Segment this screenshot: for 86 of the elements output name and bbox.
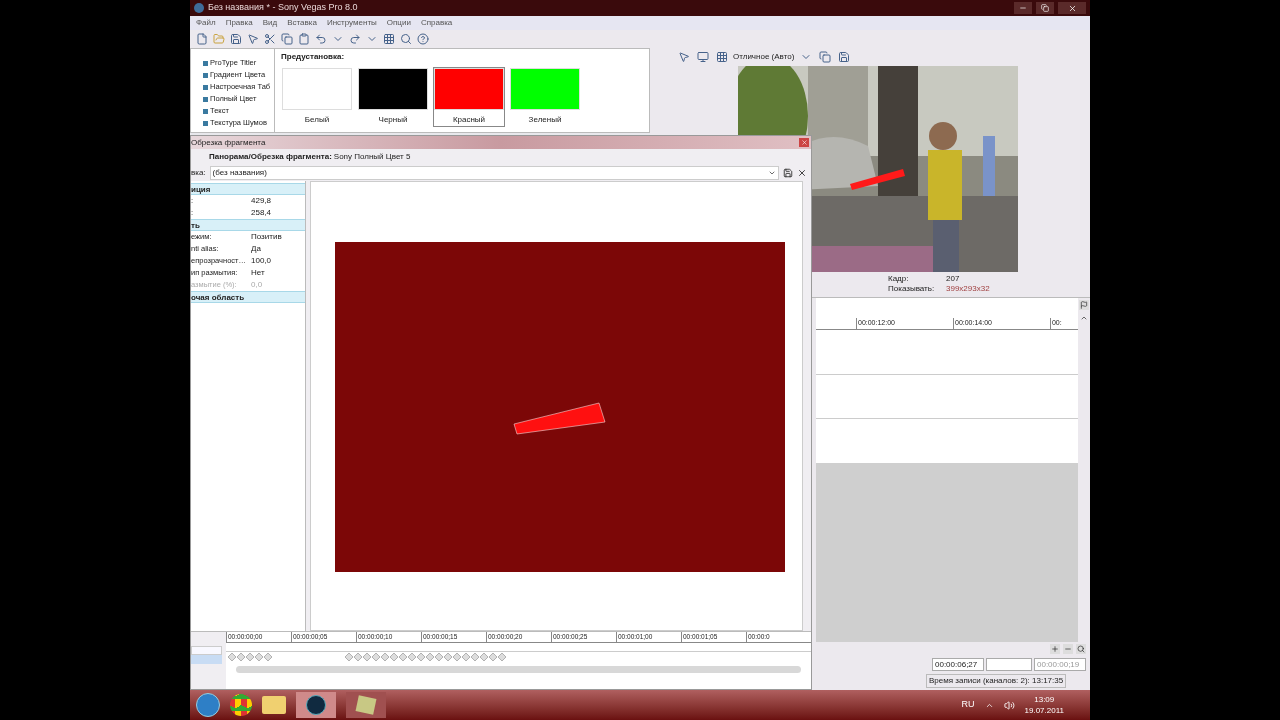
scrollbar[interactable]	[236, 666, 801, 673]
clock-date[interactable]: 19.07.2011	[1024, 705, 1064, 716]
zoom-in-button[interactable]	[1050, 644, 1060, 654]
menu-item[interactable]: Опции	[386, 17, 411, 29]
property-section[interactable]: ть	[191, 219, 305, 231]
time-field[interactable]	[986, 657, 1032, 671]
copy-icon[interactable]	[817, 49, 833, 65]
preset-tile[interactable]: Красный	[433, 67, 505, 127]
preset-dropdown[interactable]: (без названия)	[209, 166, 779, 180]
minimize-button[interactable]	[1014, 2, 1032, 14]
maximize-button[interactable]	[1036, 2, 1054, 14]
property-value[interactable]: Нет	[251, 267, 265, 279]
property-value[interactable]: 100,0	[251, 255, 272, 267]
close-icon	[800, 139, 808, 146]
marker-icon[interactable]	[1079, 300, 1089, 310]
preset-label: Зеленый	[528, 114, 562, 126]
window-title: Без названия * - Sony Vegas Pro 8.0	[208, 1, 358, 15]
paste-icon[interactable]	[296, 31, 311, 47]
menu-item[interactable]: Справка	[420, 17, 453, 29]
preset-tile[interactable]: Зеленый	[509, 67, 581, 127]
menu-item[interactable]: Вид	[262, 17, 278, 29]
flag-icon	[1080, 301, 1088, 309]
dialog-heading-value: Sony Полный Цвет 5	[333, 151, 411, 163]
volume-icon[interactable]	[1003, 699, 1015, 711]
app-icon	[194, 3, 204, 13]
start-button[interactable]	[196, 693, 220, 717]
preset-label: Черный	[378, 114, 408, 126]
browser-icon[interactable]	[230, 694, 252, 716]
display-label: Показывать:	[888, 284, 936, 294]
pointer-icon[interactable]	[676, 49, 691, 65]
close-button[interactable]	[1058, 2, 1086, 14]
quality-dropdown[interactable]: Отличное (Авто)	[733, 51, 795, 63]
menu-item[interactable]: Инструменты	[326, 17, 377, 29]
presets-title: Предустановка:	[281, 51, 346, 63]
preset-label: Красный	[452, 114, 486, 126]
cursor-time-field[interactable]: 00:00:06;27	[932, 657, 984, 671]
pointer-icon[interactable]	[245, 31, 260, 47]
dialog-heading-label: Панорама/Обрезка фрагмента:	[209, 151, 332, 163]
grid-icon[interactable]	[714, 49, 729, 65]
property-section[interactable]: иция	[191, 183, 305, 195]
search-icon	[1077, 645, 1085, 653]
restore-icon	[1041, 4, 1049, 12]
plus-icon	[1051, 645, 1059, 653]
zoom-out-button[interactable]	[1063, 644, 1073, 654]
language-indicator[interactable]: RU	[961, 698, 975, 712]
track-header[interactable]	[191, 646, 222, 655]
minimize-icon	[1019, 4, 1027, 12]
menu-item[interactable]: Правка	[225, 17, 253, 29]
property-value[interactable]: 429,8	[251, 195, 272, 207]
grid-icon[interactable]	[381, 31, 396, 47]
cut-icon[interactable]	[262, 31, 277, 47]
menu-item[interactable]: Файл	[196, 17, 216, 29]
status-text: Время записи (каналов: 2): 13:17:35	[926, 674, 1067, 688]
frame-value: 207	[946, 274, 961, 284]
close-icon[interactable]	[797, 168, 807, 178]
preset-label: вка:	[191, 167, 206, 179]
property-value[interactable]: Позитив	[251, 231, 282, 243]
caret-icon	[768, 169, 776, 177]
copy-icon[interactable]	[279, 31, 294, 47]
scroll-up-icon[interactable]	[1080, 314, 1088, 322]
preset-tile[interactable]: Черный	[357, 67, 429, 127]
preset-tile[interactable]: Белый	[281, 67, 353, 127]
save-icon[interactable]	[836, 49, 852, 65]
dialog-title: Обрезка фрагмента	[191, 136, 267, 149]
minus-icon	[1064, 645, 1072, 653]
undo-icon[interactable]	[313, 31, 328, 47]
close-icon	[1067, 3, 1077, 13]
zoom-button[interactable]	[1076, 644, 1086, 654]
display-value: 399x293x32	[946, 284, 991, 294]
taskbar-app-button[interactable]	[346, 692, 386, 718]
property-value[interactable]: 258,4	[251, 207, 272, 219]
help-icon[interactable]	[415, 31, 430, 47]
save-icon[interactable]	[228, 31, 243, 47]
menu-item[interactable]: Вставка	[287, 17, 317, 29]
track-header[interactable]	[191, 655, 222, 664]
new-file-icon[interactable]	[194, 31, 209, 47]
monitor-icon[interactable]	[695, 49, 710, 65]
frame-label: Кадр:	[888, 274, 910, 284]
preset-label: Белый	[304, 114, 330, 126]
save-icon[interactable]	[783, 168, 793, 178]
search-icon[interactable]	[398, 31, 413, 47]
property-value[interactable]: Да	[251, 243, 261, 255]
clock-time[interactable]: 13:09	[1034, 694, 1055, 705]
property-section[interactable]: очая область	[191, 291, 305, 303]
redo-icon[interactable]	[347, 31, 362, 47]
taskbar-app-button[interactable]	[296, 692, 336, 718]
